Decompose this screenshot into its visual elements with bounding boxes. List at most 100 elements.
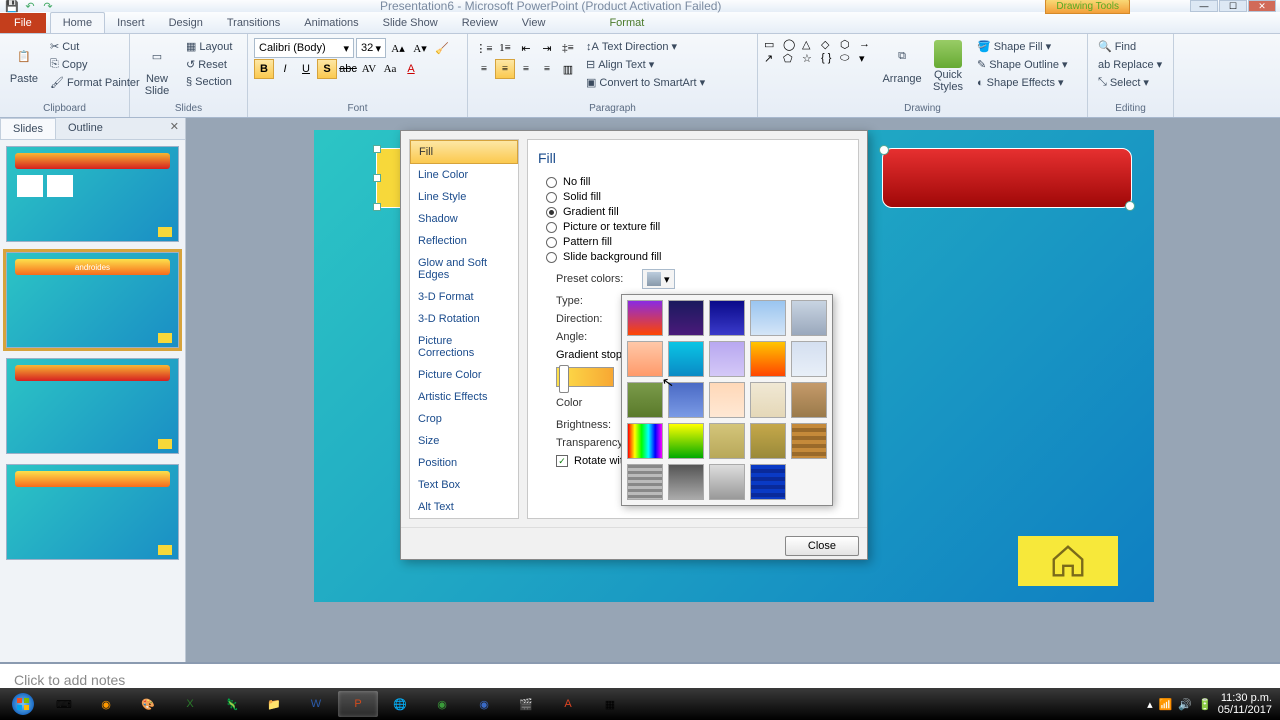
slide-canvas[interactable]: Fill Line Color Line Style Shadow Reflec… [186, 118, 1280, 662]
bold-button[interactable]: B [254, 59, 274, 79]
align-right-button[interactable]: ≡ [516, 59, 536, 79]
save-icon[interactable]: 💾 [4, 0, 20, 12]
taskbar-adobe-icon[interactable]: A [548, 691, 588, 717]
reset-button[interactable]: ↺Reset [182, 56, 236, 73]
preset-swatch[interactable] [750, 382, 786, 418]
replace-button[interactable]: abReplace▾ [1094, 56, 1166, 73]
taskbar-app2-icon[interactable]: ◉ [422, 691, 462, 717]
preset-swatch[interactable] [627, 300, 663, 336]
tab-file[interactable]: File [0, 13, 46, 33]
shape-icon[interactable]: ▾ [859, 52, 877, 65]
preset-swatch[interactable] [627, 423, 663, 459]
shadow-button[interactable]: S [317, 59, 337, 79]
tray-network-icon[interactable]: 📶 [1159, 698, 1173, 711]
cat-crop[interactable]: Crop [410, 408, 518, 430]
taskbar-excel-icon[interactable]: X [170, 691, 210, 717]
radio-picture-fill[interactable]: Picture or texture fill [538, 221, 848, 233]
clear-format-button[interactable]: 🧹 [432, 38, 452, 58]
shape-outline-button[interactable]: ✎Shape Outline▾ [973, 56, 1071, 73]
numbering-button[interactable]: 1≡ [495, 38, 515, 58]
shape-icon[interactable]: ▭ [764, 38, 782, 51]
shape-icon[interactable]: ☆ [802, 52, 820, 65]
shape-icon[interactable]: ⬭ [840, 52, 858, 65]
font-family-select[interactable]: Calibri (Body)▾ [254, 38, 354, 58]
preset-colors-dropdown[interactable]: ▾ [642, 269, 675, 289]
tab-slides[interactable]: Slides [0, 118, 56, 139]
preset-swatch[interactable] [709, 300, 745, 336]
shape-icon[interactable]: ↗ [764, 52, 782, 65]
cat-line-style[interactable]: Line Style [410, 186, 518, 208]
taskbar-app-icon[interactable]: 🦎 [212, 691, 252, 717]
taskbar-chrome-icon[interactable]: 🌐 [380, 691, 420, 717]
find-button[interactable]: 🔍Find [1094, 38, 1140, 55]
preset-swatch[interactable] [709, 382, 745, 418]
shape-icon[interactable]: ⬡ [840, 38, 858, 51]
panel-close-icon[interactable]: ✕ [164, 118, 185, 139]
cat-fill[interactable]: Fill [410, 140, 518, 164]
preset-swatch[interactable] [668, 341, 704, 377]
line-spacing-button[interactable]: ‡≡ [558, 38, 578, 58]
tab-home[interactable]: Home [50, 12, 105, 33]
preset-swatch[interactable] [791, 300, 827, 336]
align-text-button[interactable]: ⊟Align Text▾ [582, 56, 709, 73]
shape-effects-button[interactable]: ◐Shape Effects▾ [973, 74, 1071, 91]
tab-format[interactable]: Format [597, 13, 656, 33]
columns-button[interactable]: ▥ [558, 59, 578, 79]
preset-swatch[interactable] [791, 382, 827, 418]
tray-icon[interactable]: ▴ [1147, 698, 1153, 711]
cat-reflection[interactable]: Reflection [410, 230, 518, 252]
preset-swatch[interactable] [668, 423, 704, 459]
shrink-font-button[interactable]: A▾ [410, 38, 430, 58]
shape-fill-button[interactable]: 🪣Shape Fill▾ [973, 38, 1071, 55]
cat-3d-rotation[interactable]: 3-D Rotation [410, 308, 518, 330]
spacing-button[interactable]: AV [359, 59, 379, 79]
taskbar-avast-icon[interactable]: ◉ [86, 691, 126, 717]
case-button[interactable]: Aa [380, 59, 400, 79]
taskbar-keyboard-icon[interactable]: ⌨ [44, 691, 84, 717]
new-slide-button[interactable]: ▭New Slide [136, 38, 178, 99]
taskbar-app3-icon[interactable]: ◉ [464, 691, 504, 717]
shape-icon[interactable]: ⬠ [783, 52, 801, 65]
selected-shape-right[interactable] [882, 148, 1132, 208]
font-size-select[interactable]: 32▾ [356, 38, 386, 58]
cat-3d-format[interactable]: 3-D Format [410, 286, 518, 308]
preset-swatch[interactable] [668, 300, 704, 336]
grow-font-button[interactable]: A▴ [388, 38, 408, 58]
tab-view[interactable]: View [510, 13, 558, 33]
radio-solid-fill[interactable]: Solid fill [538, 191, 848, 203]
slide-thumb-3[interactable] [6, 358, 179, 454]
shape-icon[interactable]: → [859, 38, 877, 51]
indent-inc-button[interactable]: ⇥ [537, 38, 557, 58]
start-button[interactable] [4, 690, 42, 718]
rotate-checkbox[interactable]: ✓ [556, 455, 568, 467]
minimize-button[interactable]: — [1190, 0, 1218, 12]
underline-button[interactable]: U [296, 59, 316, 79]
preset-swatch[interactable] [668, 464, 704, 500]
justify-button[interactable]: ≡ [537, 59, 557, 79]
tab-transitions[interactable]: Transitions [215, 13, 292, 33]
tray-volume-icon[interactable]: 🔊 [1178, 698, 1192, 711]
radio-no-fill[interactable]: No fill [538, 176, 848, 188]
cat-artistic[interactable]: Artistic Effects [410, 386, 518, 408]
tab-slideshow[interactable]: Slide Show [371, 13, 450, 33]
close-button[interactable]: ✕ [1248, 0, 1276, 12]
redo-icon[interactable]: ↷ [40, 0, 56, 12]
cat-alttext[interactable]: Alt Text [410, 496, 518, 518]
shape-icon[interactable]: △ [802, 38, 820, 51]
taskbar-paint-icon[interactable]: 🎨 [128, 691, 168, 717]
slide-thumb-4[interactable] [6, 464, 179, 560]
radio-gradient-fill[interactable]: Gradient fill [538, 206, 848, 218]
preset-swatch[interactable] [627, 341, 663, 377]
section-button[interactable]: §Section [182, 74, 236, 90]
quick-styles-button[interactable]: Quick Styles [927, 38, 969, 95]
preset-swatch[interactable] [750, 300, 786, 336]
layout-button[interactable]: ▦Layout [182, 38, 236, 55]
preset-swatch[interactable] [627, 464, 663, 500]
preset-swatch[interactable] [709, 423, 745, 459]
tab-design[interactable]: Design [157, 13, 215, 33]
context-tab-drawing[interactable]: Drawing Tools [1045, 0, 1130, 14]
align-left-button[interactable]: ≡ [474, 59, 494, 79]
taskbar-app4-icon[interactable]: 🎬 [506, 691, 546, 717]
paste-button[interactable]: 📋Paste [6, 38, 42, 87]
tab-animations[interactable]: Animations [292, 13, 370, 33]
